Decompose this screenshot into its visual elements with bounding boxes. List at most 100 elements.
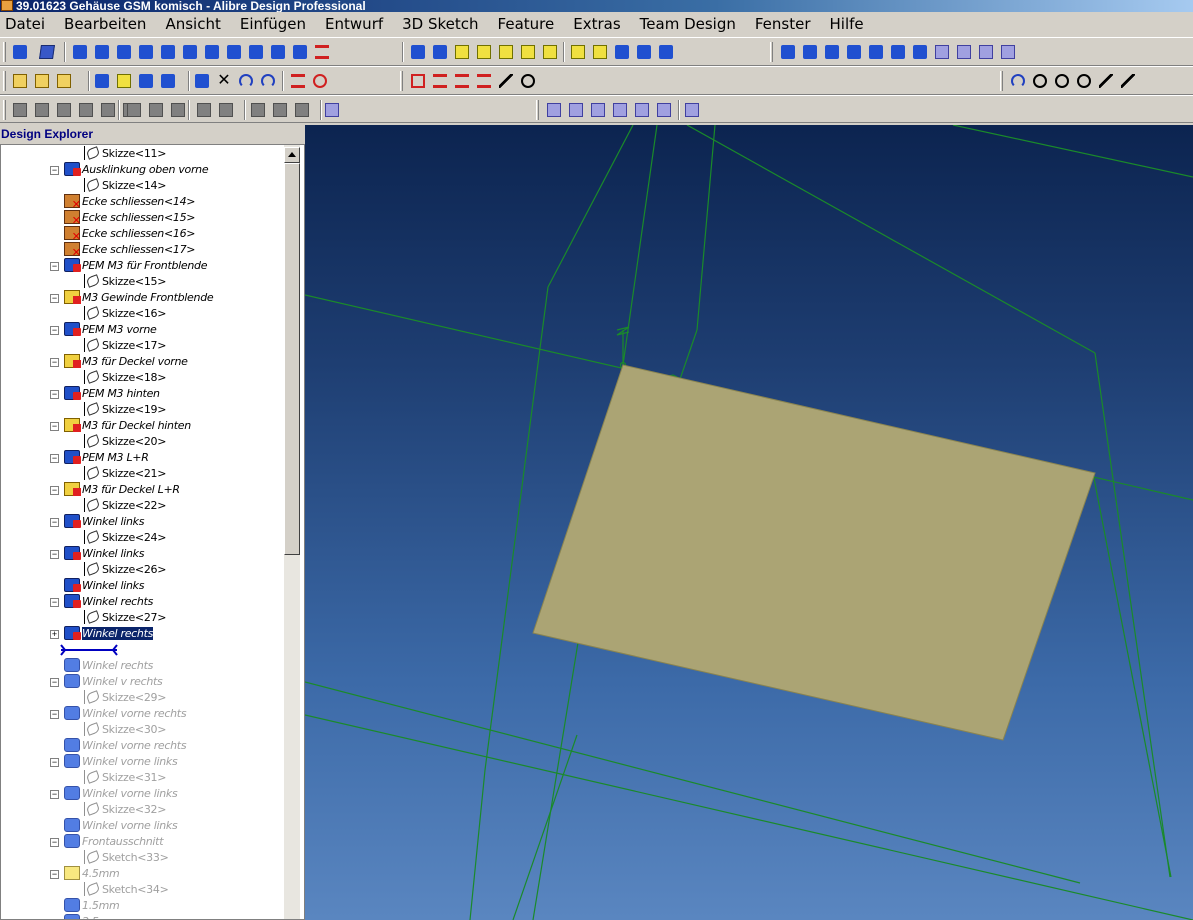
- chamfer-button[interactable]: [408, 42, 428, 62]
- collapse-icon[interactable]: −: [50, 358, 59, 367]
- menu-ansicht[interactable]: Ansicht: [152, 12, 226, 36]
- revolve-boss-button[interactable]: [114, 42, 134, 62]
- design-check-button[interactable]: [654, 100, 674, 120]
- tree-item[interactable]: Skizze<15>: [84, 274, 166, 290]
- menu-fenster[interactable]: Fenster: [742, 12, 817, 36]
- point-button[interactable]: [888, 42, 908, 62]
- copy-button[interactable]: [158, 71, 178, 91]
- line-button[interactable]: [288, 71, 308, 91]
- analysis-button[interactable]: [588, 100, 608, 120]
- view-iso-button[interactable]: [590, 42, 610, 62]
- properties-button[interactable]: [610, 100, 630, 120]
- circle-button[interactable]: [310, 71, 330, 91]
- tree-item[interactable]: Winkel rechts: [64, 594, 153, 610]
- save-button[interactable]: [54, 71, 74, 91]
- tree-item[interactable]: Skizze<30>: [84, 722, 166, 738]
- toolbar-grip[interactable]: [400, 71, 403, 91]
- tree-item[interactable]: Skizze<20>: [84, 434, 166, 450]
- gray-tool-button[interactable]: [32, 100, 52, 120]
- zoom-in-button[interactable]: [1030, 71, 1050, 91]
- collapse-icon[interactable]: −: [50, 710, 59, 719]
- menu-team-design[interactable]: Team Design: [627, 12, 742, 36]
- tree-item[interactable]: Winkel v rechts: [64, 674, 163, 690]
- view-left-button[interactable]: [540, 42, 560, 62]
- part-cube-button[interactable]: [37, 42, 57, 62]
- gray-tool-button[interactable]: [146, 100, 166, 120]
- mirror-button[interactable]: [634, 42, 654, 62]
- menu-extras[interactable]: Extras: [560, 12, 626, 36]
- render-button[interactable]: [822, 42, 842, 62]
- tree-item[interactable]: Winkel vorne links: [64, 818, 178, 834]
- tree-item[interactable]: Winkel links: [64, 578, 144, 594]
- text-button[interactable]: [430, 71, 450, 91]
- zoom-window-button[interactable]: [518, 71, 538, 91]
- tree-item[interactable]: Skizze<26>: [84, 562, 166, 578]
- gray-tool-button[interactable]: [194, 100, 214, 120]
- tree-item[interactable]: Skizze<24>: [84, 530, 166, 546]
- tree-item[interactable]: M3 Gewinde Frontblende: [64, 290, 214, 306]
- tree-item[interactable]: Ecke schliessen<17>: [64, 242, 196, 258]
- tree-item[interactable]: Skizze<22>: [84, 498, 166, 514]
- collapse-icon[interactable]: −: [50, 390, 59, 399]
- tree-item[interactable]: M3 für Deckel hinten: [64, 418, 191, 434]
- tree-item[interactable]: Skizze<11>: [84, 146, 166, 162]
- menu-feature[interactable]: Feature: [485, 12, 561, 36]
- toolbar-grip[interactable]: [770, 42, 773, 62]
- fillet-button[interactable]: [312, 42, 332, 62]
- gray-tool-button[interactable]: [54, 100, 74, 120]
- table-button[interactable]: [632, 100, 652, 120]
- measure-button[interactable]: [778, 42, 798, 62]
- tree-item[interactable]: Skizze<29>: [84, 690, 166, 706]
- sheet-metal-button[interactable]: [932, 42, 952, 62]
- gray-tool-button[interactable]: [270, 100, 290, 120]
- collapse-icon[interactable]: −: [50, 262, 59, 271]
- hole-button[interactable]: [290, 42, 310, 62]
- flange-button[interactable]: [954, 42, 974, 62]
- toolbar-grip[interactable]: [3, 100, 6, 120]
- collapse-icon[interactable]: −: [50, 550, 59, 559]
- design-explorer-tree[interactable]: Skizze<11> Ausklinkung oben vorne − Skizze<…: [0, 144, 305, 920]
- redo-button[interactable]: [258, 71, 278, 91]
- revolve-cut-button[interactable]: [224, 42, 244, 62]
- tree-item[interactable]: Sketch<34>: [84, 882, 169, 898]
- sweep-cut-button[interactable]: [268, 42, 288, 62]
- csys-button[interactable]: [910, 42, 930, 62]
- menu-datei[interactable]: Datei: [5, 12, 51, 36]
- gray-tool-button[interactable]: [98, 100, 118, 120]
- view-front-button[interactable]: [452, 42, 472, 62]
- menu-einf-gen[interactable]: Einfügen: [227, 12, 312, 36]
- pattern-button[interactable]: [612, 42, 632, 62]
- tree-item[interactable]: Winkel rechts: [64, 658, 153, 674]
- tree-item[interactable]: Skizze<21>: [84, 466, 166, 482]
- cut-button[interactable]: [136, 71, 156, 91]
- toolbar-grip[interactable]: [536, 100, 539, 120]
- view-bottom-button[interactable]: [518, 42, 538, 62]
- shell-button[interactable]: [430, 42, 450, 62]
- helix-button[interactable]: [180, 42, 200, 62]
- sketch-button[interactable]: [10, 42, 30, 62]
- fill-button[interactable]: [452, 71, 472, 91]
- menu-bearbeiten[interactable]: Bearbeiten: [51, 12, 152, 36]
- tree-item[interactable]: PEM M3 vorne: [64, 322, 157, 338]
- explorer-scrollbar[interactable]: [284, 145, 300, 919]
- datum-axis-button[interactable]: [544, 100, 564, 120]
- model-face[interactable]: [532, 364, 1096, 741]
- tree-item[interactable]: 2.5mm: [64, 914, 120, 919]
- undo-button[interactable]: [236, 71, 256, 91]
- collapse-icon[interactable]: −: [50, 758, 59, 767]
- balance-button[interactable]: [682, 100, 702, 120]
- tree-item[interactable]: Ecke schliessen<15>: [64, 210, 196, 226]
- collapse-icon[interactable]: −: [50, 294, 59, 303]
- tree-item[interactable]: Winkel links: [64, 546, 144, 562]
- collapse-icon[interactable]: −: [50, 790, 59, 799]
- rollback-bar[interactable]: [59, 644, 119, 656]
- gray-tool-button[interactable]: [216, 100, 236, 120]
- datum-point-button[interactable]: [566, 100, 586, 120]
- tree-item[interactable]: M3 für Deckel vorne: [64, 354, 188, 370]
- tree-item[interactable]: Winkel links: [64, 514, 144, 530]
- app-icon[interactable]: [1, 0, 13, 11]
- extrude-boss-button[interactable]: [92, 42, 112, 62]
- collapse-icon[interactable]: −: [50, 454, 59, 463]
- collapse-icon[interactable]: −: [50, 598, 59, 607]
- plane-button[interactable]: [844, 42, 864, 62]
